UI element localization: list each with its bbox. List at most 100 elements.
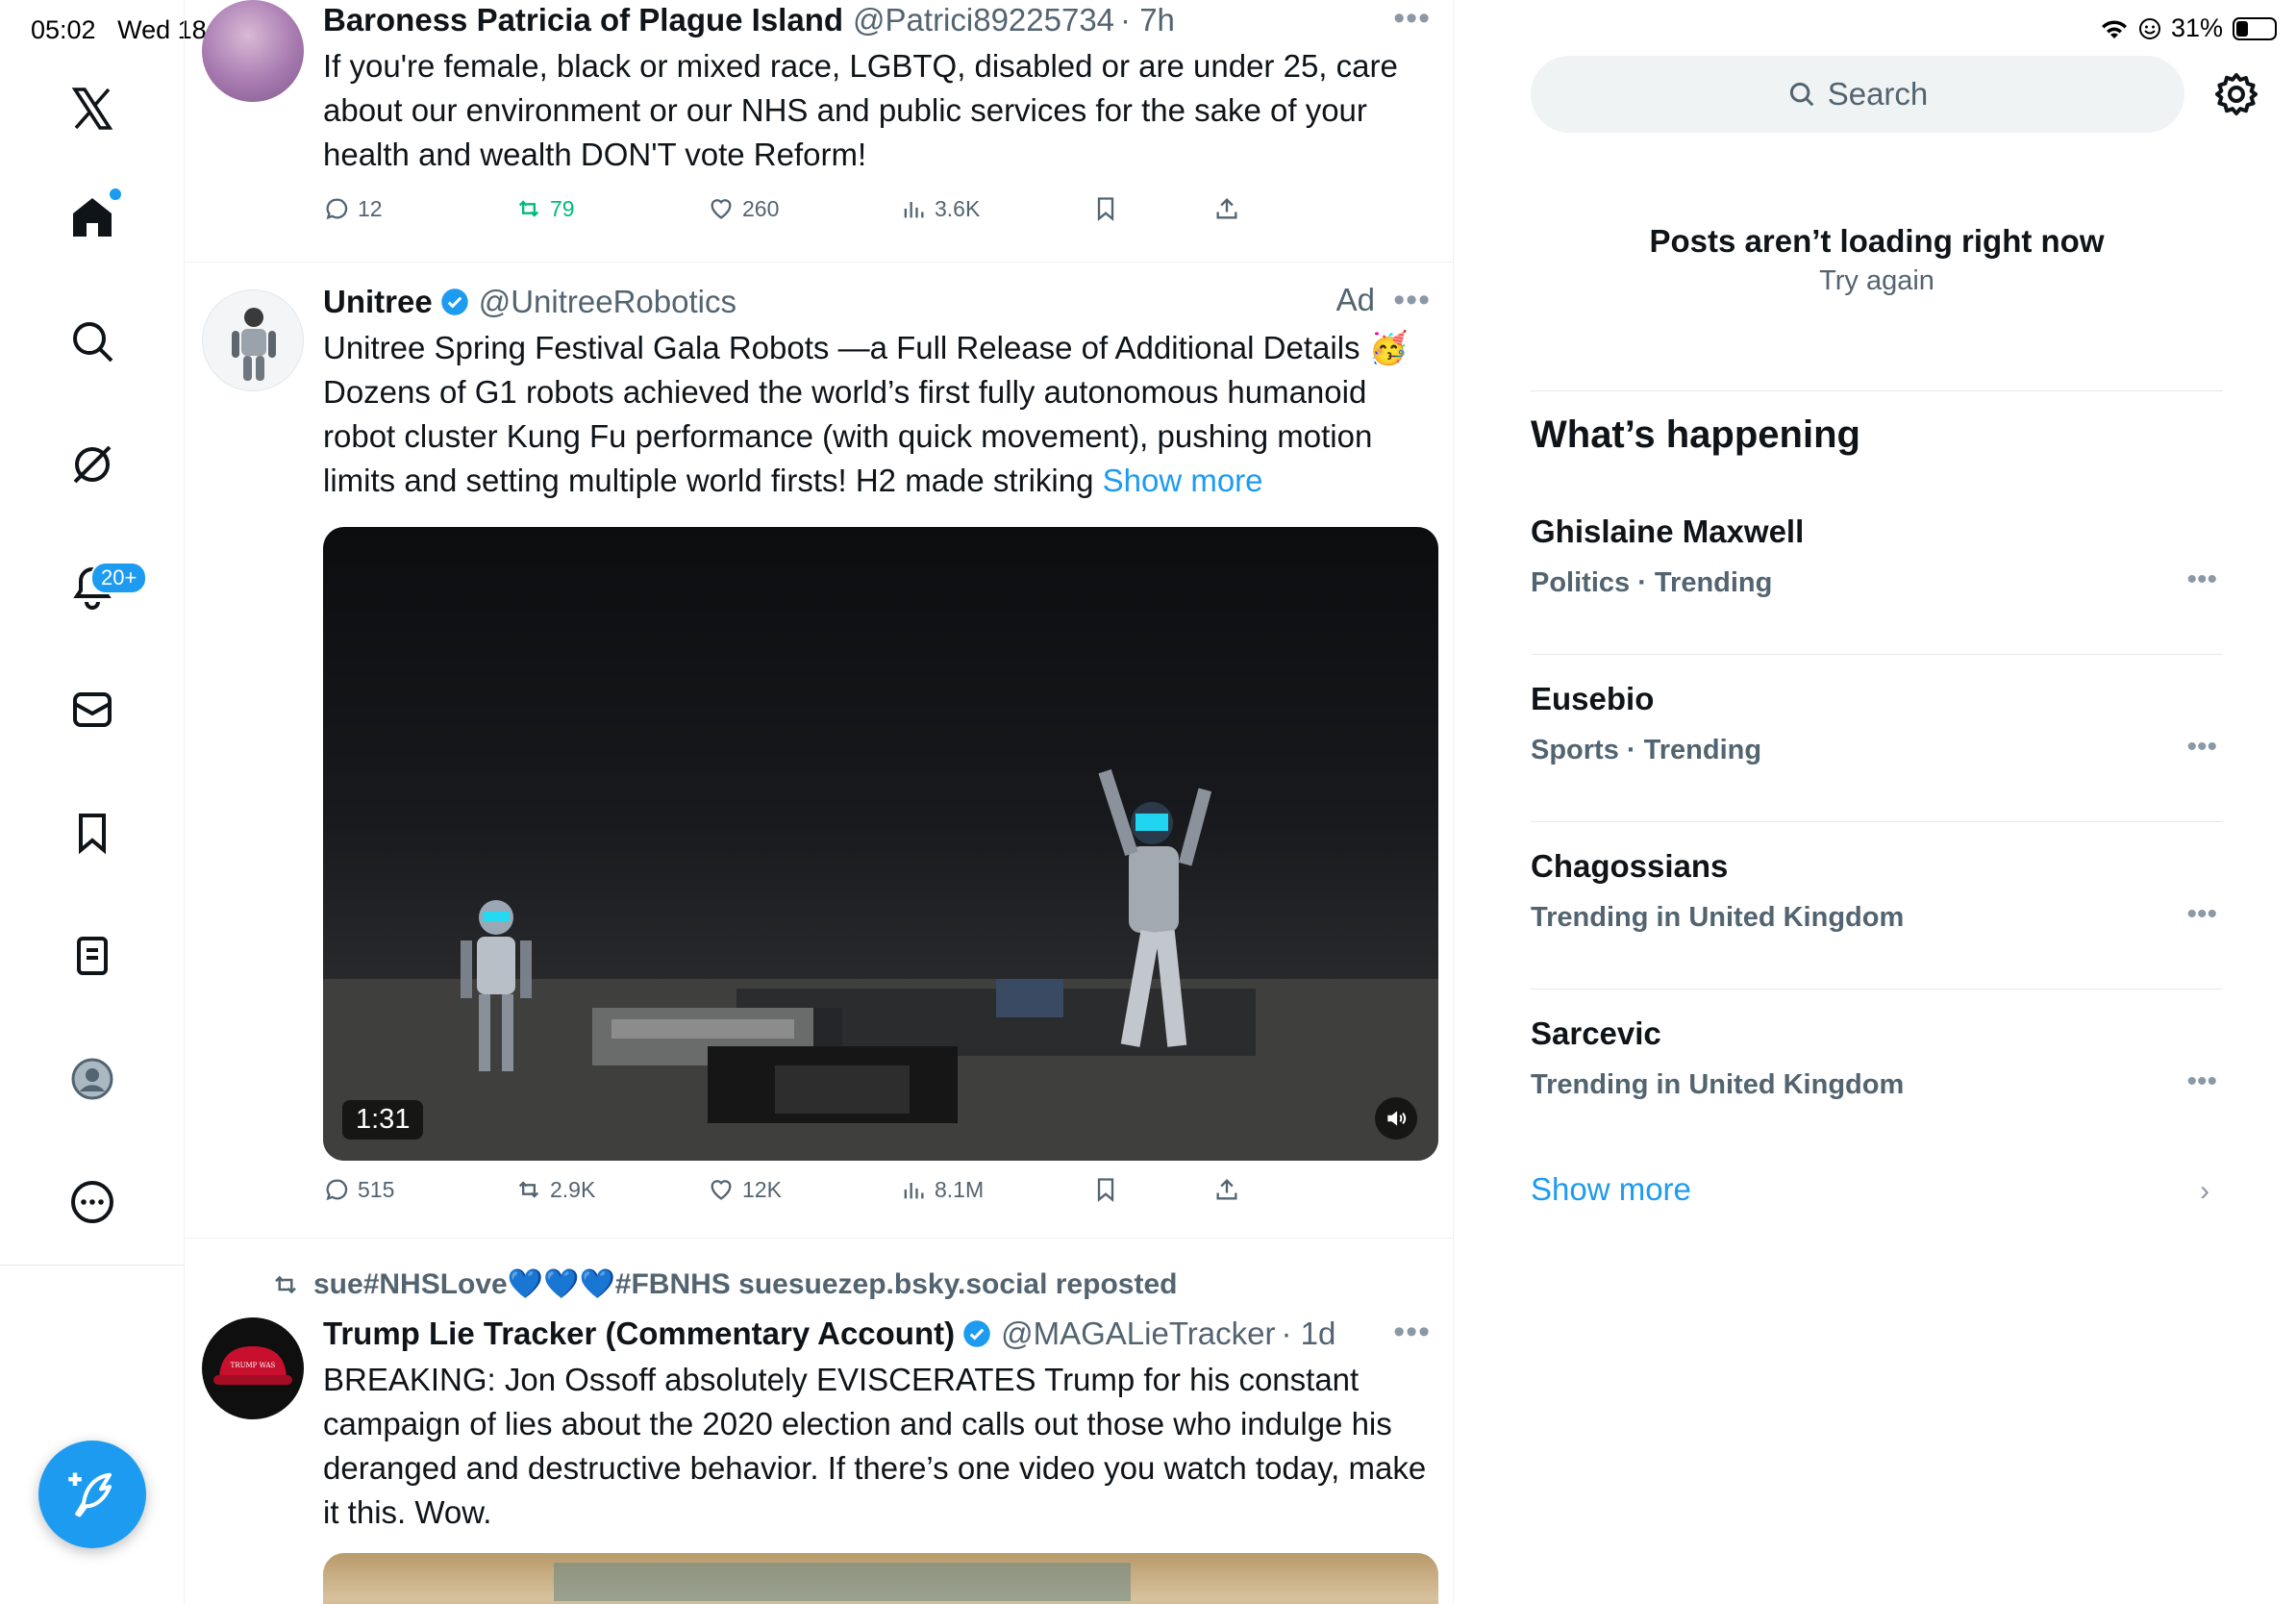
repost-icon — [518, 1181, 539, 1198]
notifications-icon[interactable]: 20+ — [54, 548, 148, 625]
author-handle[interactable]: @Patrici89225734 — [853, 2, 1114, 38]
analytics-icon — [904, 1183, 924, 1199]
trend-more-icon[interactable]: ••• — [2186, 1065, 2217, 1098]
reply-button[interactable]: 12 — [323, 195, 383, 222]
repost-icon — [518, 200, 539, 217]
post-header: Baroness Patricia of Plague Island @Patr… — [323, 0, 1436, 40]
views-button[interactable]: 3.6K — [900, 195, 980, 222]
home-icon[interactable] — [54, 179, 131, 256]
reply-count: 12 — [358, 195, 383, 221]
like-button[interactable]: 12K — [708, 1176, 782, 1203]
timeline-feed: Baroness Patricia of Plague Island @Patr… — [185, 0, 1454, 1604]
left-nav: 20+ — [0, 0, 185, 1604]
compose-post-button[interactable] — [38, 1441, 146, 1548]
trend-name: Eusebio — [1531, 681, 1655, 716]
share-icon — [1216, 1179, 1237, 1200]
bookmarks-icon[interactable] — [54, 794, 131, 871]
trend-meta: Sports · Trending — [1531, 735, 1762, 765]
bookmark-button[interactable] — [1092, 195, 1119, 222]
trend-name: Sarcevic — [1531, 1015, 1661, 1051]
share-button[interactable] — [1213, 1176, 1240, 1203]
repost-count: 79 — [550, 195, 575, 221]
ad-label: Ad — [1335, 282, 1375, 317]
like-button[interactable]: 260 — [708, 195, 779, 222]
trend-name: Ghislaine Maxwell — [1531, 514, 1805, 549]
reply-icon — [326, 198, 348, 220]
post-actions: 515 2.9K 12K 8.1M — [323, 1176, 1285, 1215]
search-input[interactable]: Search — [1531, 56, 2184, 133]
author-name[interactable]: Trump Lie Tracker (Commentary Account) — [323, 1316, 955, 1352]
notifications-badge: 20+ — [90, 562, 148, 594]
video-thumbnail[interactable] — [323, 1553, 1438, 1604]
verified-badge-icon — [440, 288, 468, 315]
post-header: Unitree @UnitreeRobotics — [323, 282, 1436, 322]
try-again-button[interactable]: Try again — [1531, 265, 2223, 297]
posts-error-title: Posts aren’t loading right now — [1649, 223, 2105, 259]
divider — [1531, 390, 2223, 391]
views-button[interactable]: 8.1M — [900, 1176, 984, 1203]
grok-icon[interactable] — [54, 426, 131, 503]
avatar[interactable]: TRUMP WAS — [202, 1317, 304, 1419]
speaker-icon — [1387, 1111, 1407, 1126]
mute-toggle[interactable] — [1375, 1097, 1417, 1140]
video-player[interactable]: 1:31 — [323, 527, 1438, 1161]
avatar[interactable] — [202, 289, 304, 391]
repost-button[interactable]: 79 — [515, 195, 575, 222]
search-icon[interactable] — [54, 303, 131, 380]
trend-name: Chagossians — [1531, 848, 1729, 884]
show-more-link[interactable]: Show more — [1103, 463, 1263, 498]
post[interactable]: sue#NHSLove💙💙💙#FBNHS suesuezep.bsky.soci… — [185, 1239, 1453, 1604]
views-count: 3.6K — [935, 195, 981, 221]
avatar[interactable] — [202, 0, 304, 102]
reply-button[interactable]: 515 — [323, 1176, 394, 1203]
trend-meta: Politics · Trending — [1531, 567, 1773, 598]
post-more-icon[interactable]: ••• — [1393, 1314, 1431, 1351]
author-handle[interactable]: @UnitreeRobotics — [479, 284, 736, 320]
like-count: 12K — [742, 1176, 782, 1202]
post-more-icon[interactable]: ••• — [1393, 0, 1431, 38]
x-logo-icon[interactable] — [54, 70, 131, 147]
trend-item[interactable]: Ghislaine Maxwell Politics · Trending ••… — [1531, 487, 2223, 654]
lists-icon[interactable] — [54, 917, 131, 994]
trend-more-icon[interactable]: ••• — [2186, 731, 2217, 764]
share-button[interactable] — [1213, 195, 1240, 222]
whats-happening-heading: What’s happening — [1531, 414, 1860, 456]
reply-count: 515 — [358, 1176, 395, 1202]
more-icon[interactable] — [54, 1164, 131, 1241]
show-more-trends-link[interactable]: Show more — [1531, 1171, 1691, 1208]
trend-item[interactable]: Chagossians Trending in United Kingdom •… — [1531, 821, 2223, 989]
search-icon — [1789, 82, 1814, 107]
trend-more-icon[interactable]: ••• — [2186, 898, 2217, 931]
like-count: 260 — [742, 195, 780, 221]
post[interactable]: Baroness Patricia of Plague Island @Patr… — [185, 0, 1453, 263]
post-text: BREAKING: Jon Ossoff absolutely EVISCERA… — [323, 1362, 1427, 1530]
nav-divider — [0, 1265, 185, 1266]
trend-item[interactable]: Sarcevic Trending in United Kingdom ••• — [1531, 989, 2223, 1156]
heart-icon — [711, 1180, 732, 1200]
author-handle[interactable]: @MAGALieTracker — [1001, 1316, 1275, 1352]
bookmark-icon — [1097, 197, 1114, 221]
views-count: 8.1M — [935, 1176, 985, 1202]
post-header: Trump Lie Tracker (Commentary Account) @… — [323, 1314, 1436, 1354]
profile-icon[interactable] — [54, 1040, 131, 1117]
video-duration: 1:31 — [342, 1100, 424, 1140]
author-name[interactable]: Unitree — [323, 284, 433, 320]
promoted-post[interactable]: Unitree @UnitreeRobotics Ad ••• Unitree … — [185, 263, 1453, 1239]
post-text: If you're female, black or mixed race, L… — [323, 48, 1398, 172]
author-name[interactable]: Baroness Patricia of Plague Island — [323, 2, 843, 38]
bookmark-button[interactable] — [1092, 1176, 1119, 1203]
search-placeholder: Search — [1827, 76, 1929, 112]
messages-icon[interactable] — [54, 671, 131, 748]
reposted-by-text[interactable]: sue#NHSLove💙💙💙#FBNHS suesuezep.bsky.soci… — [313, 1267, 1177, 1301]
trend-item[interactable]: Eusebio Sports · Trending ••• — [1531, 654, 2223, 821]
post-more-icon[interactable]: ••• — [1393, 282, 1431, 319]
share-icon — [1216, 198, 1237, 219]
repost-button[interactable]: 2.9K — [515, 1176, 595, 1203]
trend-more-icon[interactable]: ••• — [2186, 564, 2217, 596]
settings-gear-icon[interactable] — [2213, 71, 2259, 117]
reply-icon — [326, 1179, 348, 1201]
trend-meta: Trending in United Kingdom — [1531, 902, 1905, 933]
chevron-right-icon: › — [2200, 1175, 2209, 1207]
repost-context: sue#NHSLove💙💙💙#FBNHS suesuezep.bsky.soci… — [271, 1267, 1177, 1301]
repost-icon — [275, 1275, 296, 1293]
